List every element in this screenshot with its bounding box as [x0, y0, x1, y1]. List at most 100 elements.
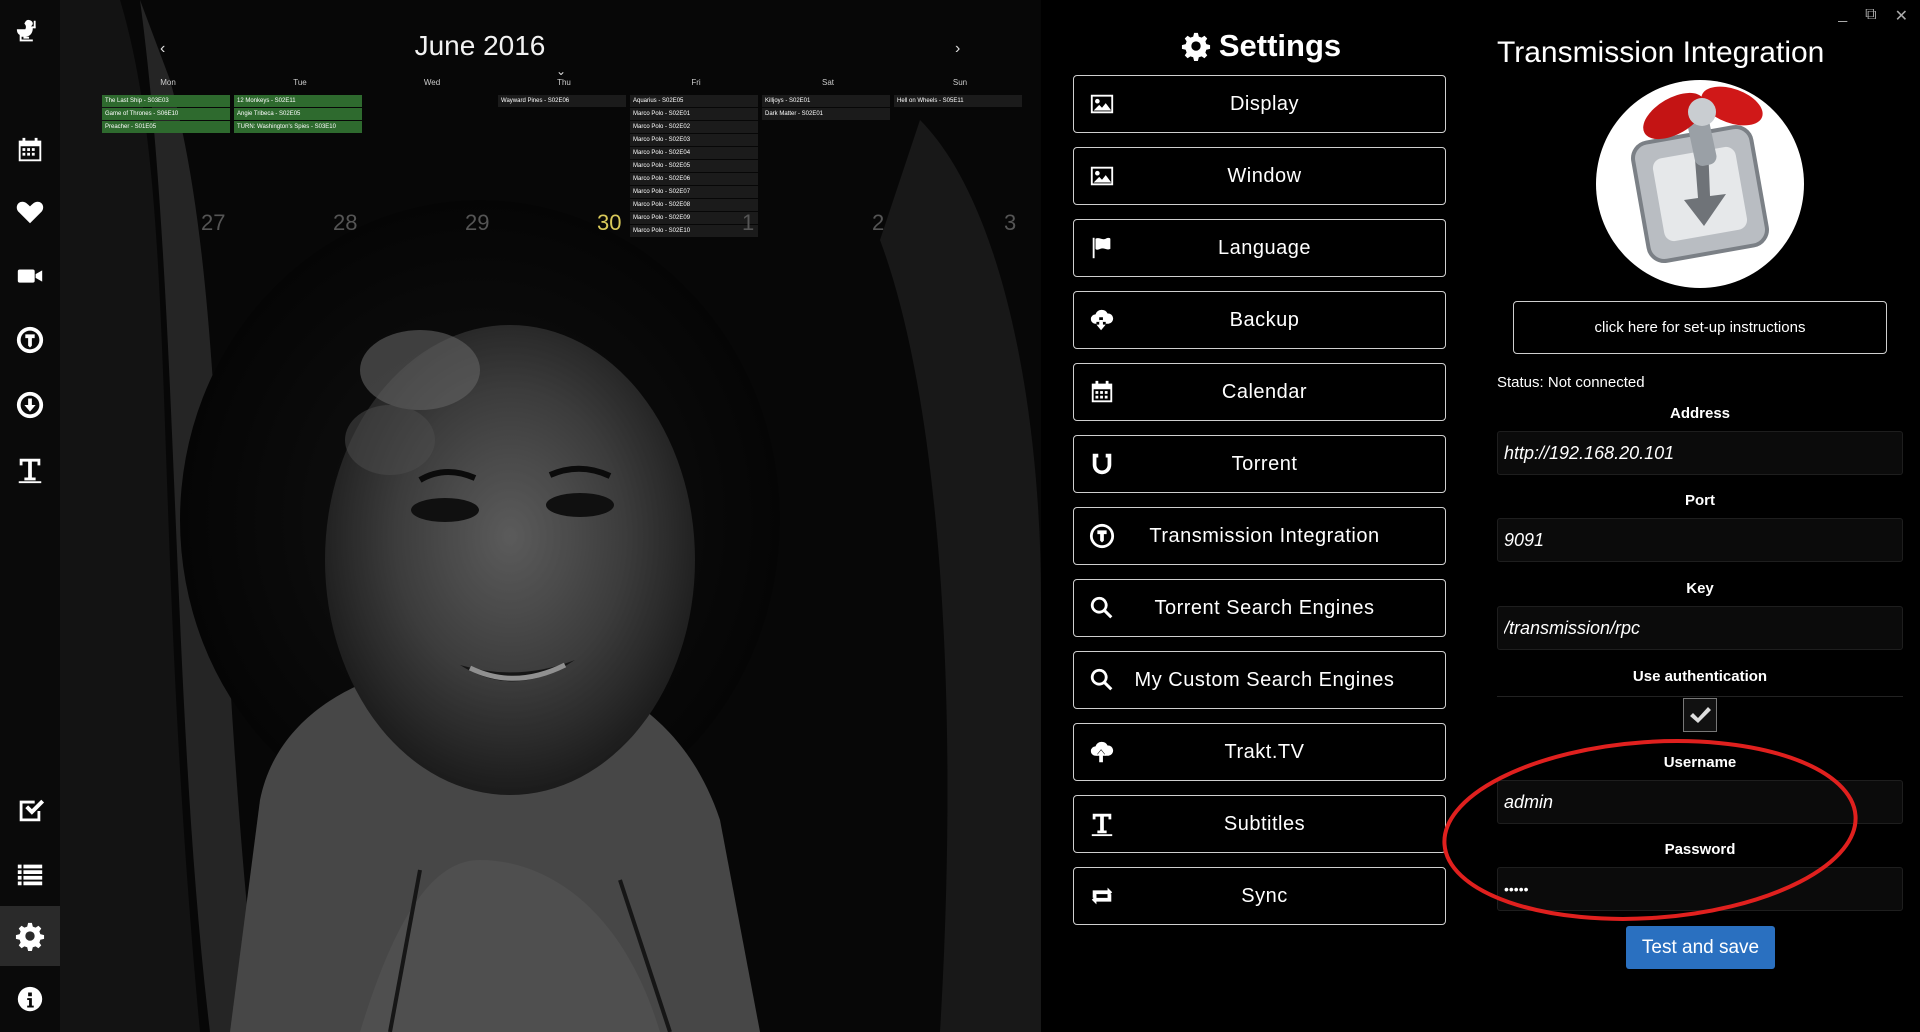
search-icon: [1088, 594, 1116, 622]
checkmark-icon: [1690, 707, 1711, 723]
prev-month-button[interactable]: ‹: [160, 40, 165, 58]
weekday-label: Fri: [691, 78, 701, 87]
username-label: Username: [1663, 754, 1737, 771]
transmission-title: Transmission Integration: [1497, 36, 1825, 69]
weekday-label: Sat: [821, 78, 834, 87]
calendar-icon[interactable]: [0, 120, 60, 180]
weekday-label: Mon: [160, 78, 176, 87]
address-label: Address: [1669, 405, 1731, 422]
calendar-event[interactable]: 12 Monkeys - S02E11: [234, 95, 362, 107]
setup-instructions-button[interactable]: click here for set-up instructions: [1513, 301, 1887, 354]
flag-icon: [1088, 234, 1116, 262]
checklist-icon[interactable]: [0, 780, 60, 840]
menu-transmission-button[interactable]: Transmission Integration: [1073, 507, 1446, 565]
minimize-button[interactable]: _: [1838, 6, 1847, 26]
weekday-label: Thu: [557, 78, 571, 87]
calendar-event[interactable]: Hell on Wheels - S05E11: [894, 95, 1022, 107]
download-icon[interactable]: [0, 375, 60, 435]
menu-display-button[interactable]: Display: [1073, 75, 1446, 133]
calendar-event[interactable]: Angie Tribeca - S02E05: [234, 108, 362, 120]
menu-label: Sync: [1241, 884, 1288, 907]
settings-title-label: Settings: [1218, 28, 1342, 63]
magnet-icon: [1088, 450, 1116, 478]
calendar-date: 1: [742, 210, 755, 235]
calendar-event[interactable]: Dark Matter - S02E01: [762, 108, 890, 120]
calendar-event[interactable]: Marco Polo - S02E03: [630, 134, 758, 146]
calendar-event[interactable]: Marco Polo - S02E06: [630, 173, 758, 185]
subtitles-icon: [1088, 810, 1116, 838]
calendar-event[interactable]: Marco Polo - S02E04: [630, 147, 758, 159]
menu-torrent-button[interactable]: Torrent: [1073, 435, 1446, 493]
sidebar: [0, 0, 60, 1032]
calendar-date: 27: [201, 210, 226, 235]
calendar-date: 28: [333, 210, 358, 235]
menu-trakt-button[interactable]: Trakt.TV: [1073, 723, 1446, 781]
test-and-save-button[interactable]: Test and save: [1626, 926, 1775, 969]
menu-language-button[interactable]: Language: [1073, 219, 1446, 277]
port-label: Port: [1685, 492, 1715, 509]
menu-label: Torrent Search Engines: [1154, 596, 1375, 619]
port-field[interactable]: [1497, 518, 1903, 562]
calendar-event[interactable]: Marco Polo - S02E02: [630, 121, 758, 133]
menu-backup-button[interactable]: Backup: [1073, 291, 1446, 349]
weekday-label: Wed: [423, 78, 441, 87]
connection-status: Status: Not connected: [1497, 374, 1645, 391]
key-field[interactable]: [1497, 606, 1903, 650]
menu-label: Language: [1218, 236, 1311, 259]
menu-label: Torrent: [1231, 452, 1298, 475]
password-field[interactable]: [1497, 867, 1903, 911]
menu-torrent-search-engines-button[interactable]: Torrent Search Engines: [1073, 579, 1446, 637]
month-dropdown-icon[interactable]: ⌄: [556, 64, 566, 78]
calendar-event[interactable]: Game of Thrones - S06E10: [102, 108, 230, 120]
calendar-event[interactable]: Wayward Pines - S02E06: [498, 95, 626, 107]
calendar-panel: ‹ June 2016 ⌄ › Mon Tue Wed Thu Fri Sat …: [60, 0, 1041, 1032]
divider: [1497, 696, 1903, 697]
calendar-day-column: The Last Ship - S03E03 Game of Thrones - …: [102, 95, 230, 134]
password-label: Password: [1664, 841, 1736, 858]
weekday-label: Tue: [293, 78, 307, 87]
menu-label: Display: [1229, 92, 1300, 115]
next-month-button[interactable]: ›: [955, 40, 960, 58]
username-field[interactable]: [1497, 780, 1903, 824]
subtitles-icon[interactable]: [0, 440, 60, 500]
gear-icon[interactable]: [0, 906, 60, 966]
image-icon: [1088, 162, 1116, 190]
cloud-download-icon: [1088, 306, 1116, 334]
calendar-event[interactable]: Preacher - S01E05: [102, 121, 230, 133]
cloud-upload-icon: [1088, 738, 1116, 766]
calendar-event[interactable]: Marco Polo - S02E08: [630, 199, 758, 211]
menu-calendar-button[interactable]: Calendar: [1073, 363, 1446, 421]
calendar-day-column: Aquarius - S02E05 Marco Polo - S02E01 Marc…: [630, 95, 758, 238]
menu-sync-button[interactable]: Sync: [1073, 867, 1446, 925]
duck-logo-icon[interactable]: [0, 2, 60, 62]
transmission-icon: [1088, 522, 1116, 550]
menu-window-button[interactable]: Window: [1073, 147, 1446, 205]
heart-icon[interactable]: [0, 182, 60, 242]
menu-subtitles-button[interactable]: Subtitles: [1073, 795, 1446, 853]
calendar-day-column: Killjoys - S02E01 Dark Matter - S02E01: [762, 95, 890, 121]
calendar-event[interactable]: Marco Polo - S02E07: [630, 186, 758, 198]
menu-label: Transmission Integration: [1149, 524, 1380, 547]
calendar-event[interactable]: Marco Polo - S02E05: [630, 160, 758, 172]
menu-label: Trakt.TV: [1224, 740, 1305, 763]
maximize-button[interactable]: ⧉: [1865, 6, 1876, 26]
info-icon[interactable]: [0, 969, 60, 1029]
menu-custom-search-engines-button[interactable]: My Custom Search Engines: [1073, 651, 1446, 709]
calendar-event[interactable]: Marco Polo - S02E01: [630, 108, 758, 120]
calendar-event[interactable]: The Last Ship - S03E03: [102, 95, 230, 107]
calendar-event[interactable]: TURN: Washington's Spies - S03E10: [234, 121, 362, 133]
auth-checkbox[interactable]: [1683, 698, 1717, 732]
calendar-day-column: 12 Monkeys - S02E11 Angie Tribeca - S02E0…: [234, 95, 362, 134]
calendar-event[interactable]: Marco Polo - S02E09: [630, 212, 758, 224]
search-icon: [1088, 666, 1116, 694]
address-field[interactable]: [1497, 431, 1903, 475]
close-button[interactable]: ✕: [1895, 6, 1908, 26]
list-icon[interactable]: [0, 844, 60, 904]
transmission-icon[interactable]: [0, 310, 60, 370]
video-camera-icon[interactable]: [0, 246, 60, 306]
calendar-icon: [1088, 378, 1116, 406]
calendar-event[interactable]: Aquarius - S02E05: [630, 95, 758, 107]
sync-icon: [1088, 882, 1116, 910]
calendar-event[interactable]: Marco Polo - S02E10: [630, 225, 758, 237]
calendar-event[interactable]: Killjoys - S02E01: [762, 95, 890, 107]
